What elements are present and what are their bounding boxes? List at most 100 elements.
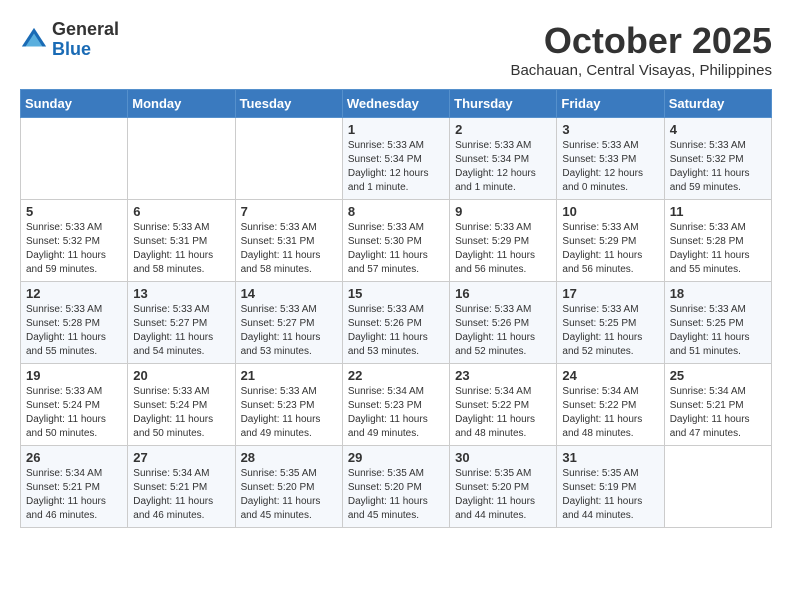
calendar-cell: 14 Sunrise: 5:33 AM Sunset: 5:27 PM Dayli… — [235, 282, 342, 364]
day-number: 13 — [133, 286, 229, 301]
day-info: Sunrise: 5:34 AM Sunset: 5:21 PM Dayligh… — [26, 467, 122, 523]
day-number: 29 — [348, 450, 444, 465]
day-info: Sunrise: 5:33 AM Sunset: 5:23 PM Dayligh… — [241, 385, 337, 441]
day-number: 30 — [455, 450, 551, 465]
calendar-cell: 30 Sunrise: 5:35 AM Sunset: 5:20 PM Dayli… — [450, 446, 557, 528]
day-info: Sunrise: 5:33 AM Sunset: 5:32 PM Dayligh… — [26, 221, 122, 277]
calendar-cell: 24 Sunrise: 5:34 AM Sunset: 5:22 PM Dayli… — [557, 364, 664, 446]
calendar-cell: 13 Sunrise: 5:33 AM Sunset: 5:27 PM Dayli… — [128, 282, 235, 364]
calendar-week-2: 5 Sunrise: 5:33 AM Sunset: 5:32 PM Daylig… — [21, 200, 772, 282]
day-number: 16 — [455, 286, 551, 301]
day-number: 23 — [455, 368, 551, 383]
day-info: Sunrise: 5:33 AM Sunset: 5:27 PM Dayligh… — [133, 303, 229, 359]
day-info: Sunrise: 5:33 AM Sunset: 5:27 PM Dayligh… — [241, 303, 337, 359]
day-number: 20 — [133, 368, 229, 383]
day-number: 25 — [670, 368, 766, 383]
day-number: 19 — [26, 368, 122, 383]
calendar-cell: 25 Sunrise: 5:34 AM Sunset: 5:21 PM Dayli… — [664, 364, 771, 446]
calendar-header: SundayMondayTuesdayWednesdayThursdayFrid… — [21, 90, 772, 118]
calendar-cell — [664, 446, 771, 528]
calendar-cell: 20Sunrise: 5:33 AM Sunset: 5:24 PM Dayli… — [128, 364, 235, 446]
day-info: Sunrise: 5:33 AM Sunset: 5:28 PM Dayligh… — [670, 221, 766, 277]
day-info: Sunrise: 5:35 AM Sunset: 5:20 PM Dayligh… — [455, 467, 551, 523]
day-info: Sunrise: 5:33 AM Sunset: 5:26 PM Dayligh… — [455, 303, 551, 359]
weekday-header-sunday: Sunday — [21, 90, 128, 118]
day-number: 15 — [348, 286, 444, 301]
day-info: Sunrise: 5:33 AM Sunset: 5:34 PM Dayligh… — [348, 139, 444, 195]
calendar-cell: 19 Sunrise: 5:33 AM Sunset: 5:24 PM Dayli… — [21, 364, 128, 446]
calendar-cell: 23 Sunrise: 5:34 AM Sunset: 5:22 PM Dayli… — [450, 364, 557, 446]
day-number: 28 — [241, 450, 337, 465]
calendar-cell — [235, 118, 342, 200]
weekday-header-wednesday: Wednesday — [342, 90, 449, 118]
title-block: October 2025 Bachauan, Central Visayas, … — [510, 20, 772, 79]
day-info: Sunrise: 5:34 AM Sunset: 5:21 PM Dayligh… — [670, 385, 766, 441]
day-info: Sunrise: 5:33 AM Sunset: 5:32 PM Dayligh… — [670, 139, 766, 195]
calendar-cell: 12 Sunrise: 5:33 AM Sunset: 5:28 PM Dayli… — [21, 282, 128, 364]
logo: General Blue — [20, 20, 119, 60]
day-info: Sunrise: 5:34 AM Sunset: 5:21 PM Dayligh… — [133, 467, 229, 523]
day-number: 26 — [26, 450, 122, 465]
day-number: 12 — [26, 286, 122, 301]
day-info: Sunrise: 5:35 AM Sunset: 5:20 PM Dayligh… — [348, 467, 444, 523]
calendar-cell: 10Sunrise: 5:33 AM Sunset: 5:29 PM Dayli… — [557, 200, 664, 282]
day-info: Sunrise: 5:33 AM Sunset: 5:29 PM Dayligh… — [562, 221, 658, 277]
calendar-cell: 7Sunrise: 5:33 AM Sunset: 5:31 PM Daylig… — [235, 200, 342, 282]
calendar-cell: 18 Sunrise: 5:33 AM Sunset: 5:25 PM Dayli… — [664, 282, 771, 364]
logo-text: General Blue — [52, 20, 119, 60]
month-title: October 2025 — [510, 20, 772, 62]
day-info: Sunrise: 5:33 AM Sunset: 5:25 PM Dayligh… — [562, 303, 658, 359]
day-number: 24 — [562, 368, 658, 383]
day-info: Sunrise: 5:33 AM Sunset: 5:30 PM Dayligh… — [348, 221, 444, 277]
calendar-cell: 4 Sunrise: 5:33 AM Sunset: 5:32 PM Daylig… — [664, 118, 771, 200]
day-info: Sunrise: 5:33 AM Sunset: 5:33 PM Dayligh… — [562, 139, 658, 195]
day-number: 8 — [348, 204, 444, 219]
calendar-cell: 6Sunrise: 5:33 AM Sunset: 5:31 PM Daylig… — [128, 200, 235, 282]
day-number: 4 — [670, 122, 766, 137]
calendar-cell: 1 Sunrise: 5:33 AM Sunset: 5:34 PM Daylig… — [342, 118, 449, 200]
calendar-cell — [21, 118, 128, 200]
weekday-header-monday: Monday — [128, 90, 235, 118]
calendar-cell: 31Sunrise: 5:35 AM Sunset: 5:19 PM Dayli… — [557, 446, 664, 528]
day-info: Sunrise: 5:33 AM Sunset: 5:24 PM Dayligh… — [26, 385, 122, 441]
day-number: 18 — [670, 286, 766, 301]
calendar-week-5: 26 Sunrise: 5:34 AM Sunset: 5:21 PM Dayli… — [21, 446, 772, 528]
calendar-cell: 26 Sunrise: 5:34 AM Sunset: 5:21 PM Dayli… — [21, 446, 128, 528]
calendar-week-3: 12 Sunrise: 5:33 AM Sunset: 5:28 PM Dayli… — [21, 282, 772, 364]
calendar-cell: 16 Sunrise: 5:33 AM Sunset: 5:26 PM Dayli… — [450, 282, 557, 364]
calendar-cell: 5 Sunrise: 5:33 AM Sunset: 5:32 PM Daylig… — [21, 200, 128, 282]
day-number: 5 — [26, 204, 122, 219]
day-info: Sunrise: 5:35 AM Sunset: 5:19 PM Dayligh… — [562, 467, 658, 523]
calendar-body: 1 Sunrise: 5:33 AM Sunset: 5:34 PM Daylig… — [21, 118, 772, 528]
calendar-cell: 21 Sunrise: 5:33 AM Sunset: 5:23 PM Dayli… — [235, 364, 342, 446]
calendar-cell: 11 Sunrise: 5:33 AM Sunset: 5:28 PM Dayli… — [664, 200, 771, 282]
logo-icon — [20, 26, 48, 54]
day-number: 27 — [133, 450, 229, 465]
location-subtitle: Bachauan, Central Visayas, Philippines — [510, 62, 772, 79]
weekday-header-friday: Friday — [557, 90, 664, 118]
calendar-week-4: 19 Sunrise: 5:33 AM Sunset: 5:24 PM Dayli… — [21, 364, 772, 446]
day-number: 21 — [241, 368, 337, 383]
day-info: Sunrise: 5:33 AM Sunset: 5:31 PM Dayligh… — [133, 221, 229, 277]
day-number: 11 — [670, 204, 766, 219]
day-info: Sunrise: 5:34 AM Sunset: 5:22 PM Dayligh… — [455, 385, 551, 441]
day-info: Sunrise: 5:33 AM Sunset: 5:28 PM Dayligh… — [26, 303, 122, 359]
day-number: 17 — [562, 286, 658, 301]
calendar-cell — [128, 118, 235, 200]
calendar-cell: 9 Sunrise: 5:33 AM Sunset: 5:29 PM Daylig… — [450, 200, 557, 282]
calendar-cell: 2 Sunrise: 5:33 AM Sunset: 5:34 PM Daylig… — [450, 118, 557, 200]
day-info: Sunrise: 5:33 AM Sunset: 5:34 PM Dayligh… — [455, 139, 551, 195]
day-info: Sunrise: 5:33 AM Sunset: 5:29 PM Dayligh… — [455, 221, 551, 277]
day-number: 1 — [348, 122, 444, 137]
day-info: Sunrise: 5:33 AM Sunset: 5:25 PM Dayligh… — [670, 303, 766, 359]
day-number: 3 — [562, 122, 658, 137]
day-number: 7 — [241, 204, 337, 219]
weekday-header-tuesday: Tuesday — [235, 90, 342, 118]
day-info: Sunrise: 5:35 AM Sunset: 5:20 PM Dayligh… — [241, 467, 337, 523]
day-number: 2 — [455, 122, 551, 137]
calendar-cell: 22Sunrise: 5:34 AM Sunset: 5:23 PM Dayli… — [342, 364, 449, 446]
day-number: 14 — [241, 286, 337, 301]
weekday-header-thursday: Thursday — [450, 90, 557, 118]
day-info: Sunrise: 5:34 AM Sunset: 5:22 PM Dayligh… — [562, 385, 658, 441]
day-number: 9 — [455, 204, 551, 219]
